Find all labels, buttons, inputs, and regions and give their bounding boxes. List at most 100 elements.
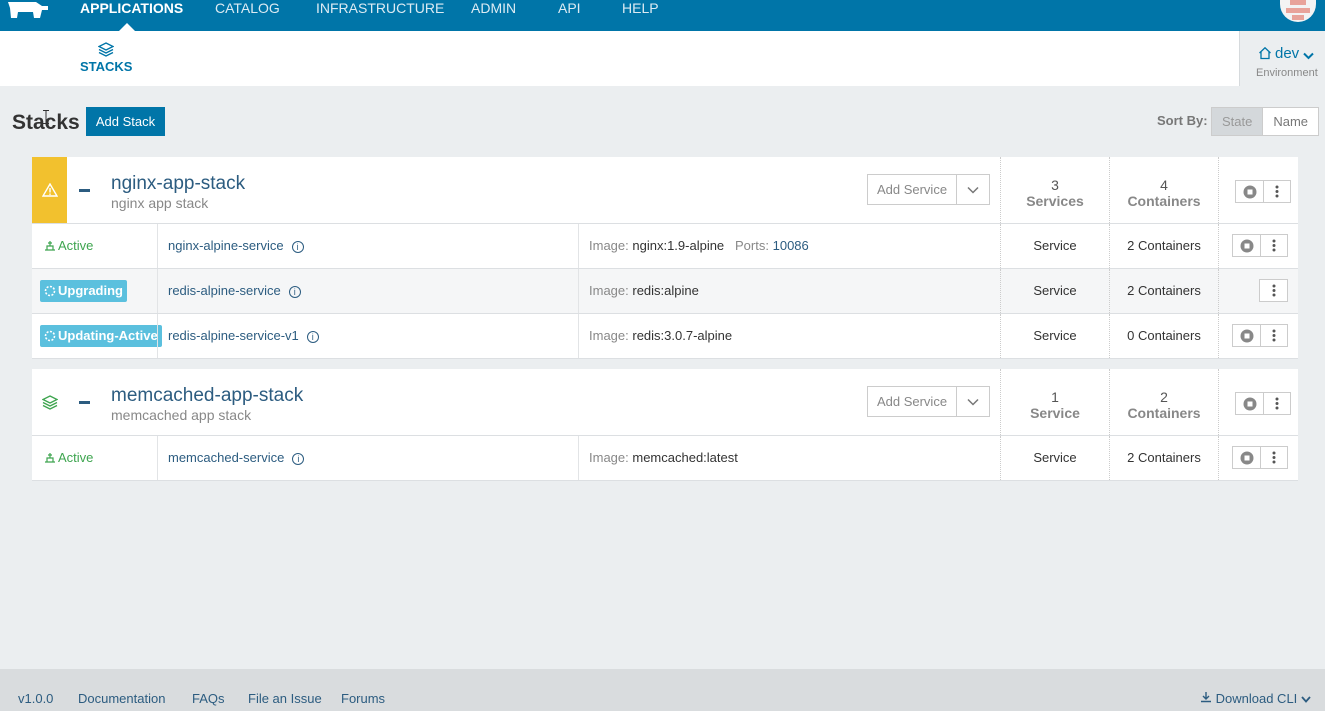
- stack-header: memcached-app-stack memcached app stack …: [32, 369, 1298, 436]
- service-containers: 2 Containers: [1127, 450, 1201, 465]
- service-actions: [1232, 324, 1288, 347]
- stop-button[interactable]: [1233, 235, 1260, 256]
- service-kind: Service: [1033, 450, 1077, 465]
- service-kind: Service: [1033, 283, 1077, 298]
- more-actions-button[interactable]: [1260, 447, 1287, 468]
- service-containers: 0 Containers: [1127, 328, 1201, 343]
- documentation-link[interactable]: Documentation: [78, 691, 165, 706]
- service-state-badge: Upgrading: [40, 280, 127, 302]
- stop-icon: [1243, 185, 1256, 198]
- services-count: 1 Service: [1030, 389, 1080, 421]
- service-image: Image: nginx:1.9-alpine Ports: 10086: [589, 238, 809, 253]
- user-avatar-icon: [1286, 0, 1310, 20]
- more-actions-button[interactable]: [1260, 325, 1287, 346]
- sort-state-button[interactable]: State: [1212, 108, 1264, 135]
- stack-actions: [1235, 180, 1291, 203]
- layers-icon: [98, 42, 114, 57]
- service-image: Image: redis:alpine: [589, 283, 699, 298]
- nav-infrastructure[interactable]: INFRASTRUCTURE: [316, 0, 444, 17]
- service-row: Active nginx-alpine-service i Image: ngin…: [32, 224, 1298, 269]
- containers-count: 4 Containers: [1127, 177, 1201, 209]
- service-actions: [1232, 446, 1288, 469]
- service-name-link[interactable]: redis-alpine-service-v1 i: [168, 328, 319, 343]
- collapse-toggle[interactable]: [79, 189, 90, 192]
- faqs-link[interactable]: FAQs: [192, 691, 225, 706]
- stack-card: memcached-app-stack memcached app stack …: [32, 369, 1298, 481]
- service-name-link[interactable]: memcached-service i: [168, 450, 305, 465]
- info-icon[interactable]: i: [288, 286, 301, 298]
- stop-icon: [1240, 329, 1253, 342]
- stack-header: nginx-app-stack nginx app stack Add Serv…: [32, 157, 1298, 224]
- stack-name[interactable]: nginx-app-stack: [111, 173, 245, 195]
- stack-state-indicator: [32, 369, 67, 435]
- environment-label: Environment: [1256, 67, 1318, 79]
- stack-description: nginx app stack: [111, 195, 209, 211]
- kebab-menu-icon: [1272, 451, 1276, 464]
- forums-link[interactable]: Forums: [341, 691, 385, 706]
- more-actions-button[interactable]: [1260, 280, 1287, 301]
- nav-help[interactable]: HELP: [622, 0, 659, 17]
- service-port-link[interactable]: 10086: [773, 238, 809, 253]
- add-service-button[interactable]: Add Service: [868, 175, 957, 204]
- add-service-button[interactable]: Add Service: [868, 387, 957, 416]
- version-link[interactable]: v1.0.0: [18, 691, 53, 706]
- collapse-toggle[interactable]: [79, 401, 90, 404]
- service-kind: Service: [1033, 328, 1077, 343]
- home-icon: [1259, 46, 1271, 60]
- nav-applications[interactable]: APPLICATIONS: [80, 0, 183, 17]
- sort-name-button[interactable]: Name: [1263, 108, 1318, 135]
- avatar[interactable]: [1280, 0, 1316, 22]
- environment-name: dev: [1258, 45, 1317, 62]
- service-state-badge: Updating-Active: [40, 325, 162, 347]
- service-name-link[interactable]: redis-alpine-service i: [168, 283, 301, 298]
- info-icon[interactable]: i: [306, 331, 319, 343]
- footer: v1.0.0 Documentation FAQs File an Issue …: [0, 669, 1325, 711]
- service-image: Image: memcached:latest: [589, 450, 738, 465]
- stop-button[interactable]: [1233, 447, 1260, 468]
- service-active-icon: [45, 241, 55, 251]
- service-kind: Service: [1033, 238, 1077, 253]
- stack-name[interactable]: memcached-app-stack: [111, 385, 303, 407]
- add-service-menu-toggle[interactable]: [957, 387, 989, 416]
- info-icon[interactable]: i: [291, 241, 304, 253]
- nav-admin[interactable]: ADMIN: [471, 0, 516, 17]
- service-actions: [1232, 234, 1288, 257]
- sub-nav: STACKS dev Environment: [0, 31, 1325, 86]
- warning-icon: [41, 183, 58, 197]
- spinner-icon: [44, 330, 56, 342]
- nav-api[interactable]: API: [558, 0, 581, 17]
- containers-count: 2 Containers: [1127, 389, 1201, 421]
- service-actions: [1259, 279, 1288, 302]
- nav-catalog[interactable]: CATALOG: [215, 0, 280, 17]
- service-name-link[interactable]: nginx-alpine-service i: [168, 238, 304, 253]
- service-active-icon: [45, 453, 55, 463]
- more-actions-button[interactable]: [1263, 393, 1290, 414]
- services-count: 3 Services: [1026, 177, 1084, 209]
- layers-icon: [41, 394, 58, 410]
- info-icon[interactable]: i: [292, 453, 305, 465]
- chevron-down-icon: [1303, 52, 1315, 60]
- stop-button[interactable]: [1233, 325, 1260, 346]
- stack-actions: [1235, 392, 1291, 415]
- kebab-menu-icon: [1272, 284, 1275, 297]
- download-cli-button[interactable]: Download CLI: [1200, 691, 1311, 706]
- top-nav: APPLICATIONS CATALOG INFRASTRUCTURE ADMI…: [0, 0, 1325, 31]
- file-issue-link[interactable]: File an Issue: [248, 691, 322, 706]
- chevron-down-icon: [967, 398, 979, 406]
- stop-button[interactable]: [1236, 393, 1263, 414]
- download-icon: [1201, 692, 1211, 703]
- more-actions-button[interactable]: [1263, 181, 1290, 202]
- service-image: Image: redis:3.0.7-alpine: [589, 328, 733, 343]
- stack-state-indicator: [32, 157, 67, 223]
- environment-switcher[interactable]: dev Environment: [1239, 31, 1325, 86]
- stack-card: nginx-app-stack nginx app stack Add Serv…: [32, 157, 1298, 359]
- service-containers: 2 Containers: [1127, 238, 1201, 253]
- add-service-dropdown: Add Service: [867, 386, 990, 417]
- sort-label: Sort By:: [1157, 113, 1208, 128]
- add-service-menu-toggle[interactable]: [957, 175, 989, 204]
- rancher-logo-icon[interactable]: [6, 0, 50, 18]
- more-actions-button[interactable]: [1260, 235, 1287, 256]
- stop-button[interactable]: [1236, 181, 1263, 202]
- tab-stacks[interactable]: STACKS: [80, 42, 132, 74]
- add-stack-button[interactable]: Add Stack: [86, 107, 165, 136]
